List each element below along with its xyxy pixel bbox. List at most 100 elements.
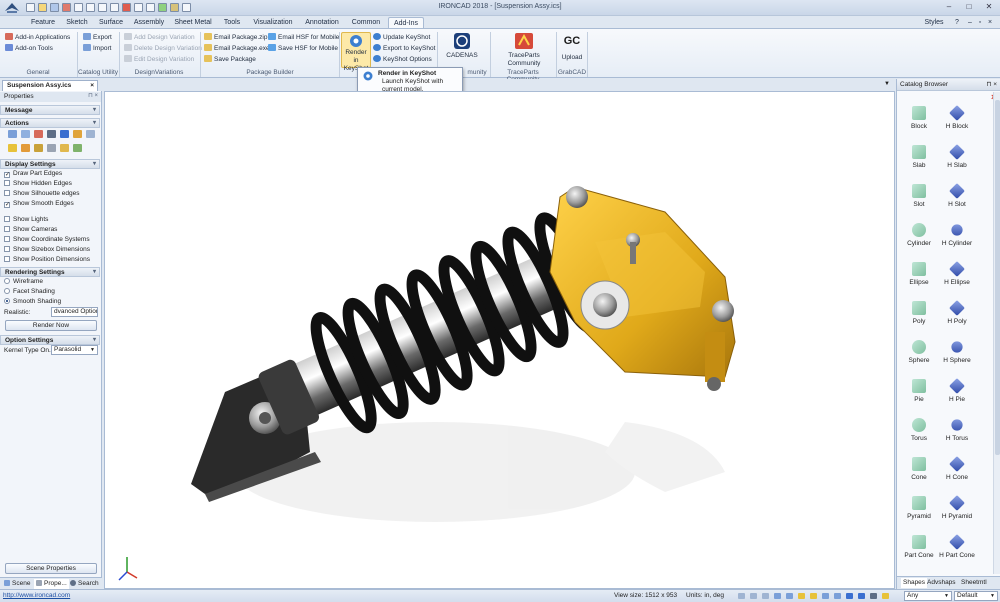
radio-button-selected[interactable] xyxy=(4,298,10,304)
option-facet-shading[interactable]: Facet Shading xyxy=(4,287,55,296)
option-wireframe[interactable]: Wireframe xyxy=(4,277,43,286)
render-icon[interactable] xyxy=(34,130,43,138)
tab-sheet-metal[interactable]: Sheet Metal xyxy=(170,17,216,28)
section-rendering-settings[interactable]: Rendering Settings ▾ xyxy=(0,267,100,277)
checkbox[interactable] xyxy=(4,256,10,262)
option-show-cameras[interactable]: Show Cameras xyxy=(4,225,57,234)
website-link[interactable]: http://www.ironcad.com xyxy=(3,590,70,602)
catalog-item[interactable]: H Slab xyxy=(935,144,979,169)
option-smooth-shading[interactable]: Smooth Shading xyxy=(4,297,61,306)
selection-filter-select[interactable]: Any ▼ xyxy=(904,591,952,601)
section-message[interactable]: Message ▾ xyxy=(0,105,100,115)
tab-scene[interactable]: Scene xyxy=(4,579,30,589)
checkbox[interactable] xyxy=(4,180,10,186)
catalog-item[interactable]: H Pyramid xyxy=(935,495,979,520)
tab-common[interactable]: Common xyxy=(346,17,386,28)
tab-search[interactable]: Search xyxy=(70,579,99,589)
option-show-smooth-edges[interactable]: ✓ Show Smooth Edges xyxy=(4,199,74,208)
email-package-zip-button[interactable]: Email Package.zip xyxy=(204,33,267,42)
checkbox[interactable] xyxy=(4,216,10,222)
checkbox-checked[interactable]: ✓ xyxy=(4,172,10,178)
tab-surface[interactable]: Surface xyxy=(94,17,128,28)
texture-icon[interactable] xyxy=(34,144,43,152)
catalog-item[interactable]: H Ellipse xyxy=(935,261,979,286)
checkbox[interactable] xyxy=(4,236,10,242)
grabcad-upload-button[interactable]: GC Upload xyxy=(558,32,586,62)
cadenas-button[interactable]: CADENAS xyxy=(444,32,480,60)
close-button[interactable]: ✕ xyxy=(980,2,998,13)
maximize-button[interactable]: □ xyxy=(960,2,978,13)
radio-button[interactable] xyxy=(4,288,10,294)
save-hsf-mobile-button[interactable]: Save HSF for Mobile xyxy=(268,44,338,53)
email-hsf-mobile-button[interactable]: Email HSF for Mobile xyxy=(268,33,339,42)
traceparts-button[interactable]: TraceParts Community xyxy=(500,32,548,68)
status-tool-icon[interactable] xyxy=(798,593,805,599)
realistic-advanced-options-field[interactable]: dvanced Option xyxy=(51,307,98,317)
minimize-button[interactable]: – xyxy=(940,2,958,13)
styles-menu[interactable]: Styles xyxy=(922,17,946,28)
catalog-item[interactable]: H Part Cone xyxy=(935,534,979,559)
scene-icon[interactable] xyxy=(8,130,17,138)
pin-icon[interactable]: ⊓ × xyxy=(88,92,98,101)
tab-sheetmtl[interactable]: Sheetmtl xyxy=(961,578,987,588)
catalog-item[interactable]: H Pie xyxy=(935,378,979,403)
decal-icon[interactable] xyxy=(60,144,69,152)
checkbox[interactable] xyxy=(4,190,10,196)
option-show-lights[interactable]: Show Lights xyxy=(4,215,48,224)
add-design-variation-button[interactable]: Add Design Variation xyxy=(124,33,195,42)
tab-shapes[interactable]: Shapes xyxy=(901,578,928,588)
material-icon[interactable] xyxy=(8,144,17,152)
status-tool-icon[interactable] xyxy=(750,593,757,599)
shield-icon[interactable] xyxy=(60,130,69,138)
keyshot-options-button[interactable]: KeyShot Options xyxy=(373,55,432,64)
status-tool-icon[interactable] xyxy=(738,593,745,599)
light-icon[interactable] xyxy=(73,130,82,138)
catalog-item[interactable]: H Cone xyxy=(935,456,979,481)
status-tool-icon[interactable] xyxy=(846,593,853,599)
radio-button[interactable] xyxy=(4,278,10,284)
add-on-tools-button[interactable]: Add-on Tools xyxy=(5,44,53,53)
catalog-item[interactable]: H Block xyxy=(935,105,979,130)
email-package-exe-button[interactable]: Email Package.exe xyxy=(204,44,270,53)
import-button[interactable]: Import xyxy=(83,44,111,53)
catalog-item[interactable]: H Poly xyxy=(935,300,979,325)
suspension-model[interactable] xyxy=(105,92,895,589)
document-tab[interactable]: Suspension Assy.ics × xyxy=(2,80,98,91)
selection-filter-icon[interactable] xyxy=(882,593,889,599)
option-show-sizebox-dimensions[interactable]: Show Sizebox Dimensions xyxy=(4,245,90,254)
render-in-keyshot-button[interactable]: Render in KeyShot xyxy=(341,32,371,72)
status-tool-icon[interactable] xyxy=(774,593,781,599)
tab-annotation[interactable]: Annotation xyxy=(300,17,344,28)
option-draw-part-edges[interactable]: ✓ Draw Part Edges xyxy=(4,169,62,178)
status-tool-icon[interactable] xyxy=(786,593,793,599)
scrollbar-thumb[interactable] xyxy=(995,100,1000,455)
tab-list-dropdown-icon[interactable]: ▼ xyxy=(884,81,890,87)
restore-icon[interactable]: ▫ xyxy=(976,17,984,28)
catalog-item[interactable]: H Sphere xyxy=(935,339,979,364)
pin-icon[interactable]: ⊓ × xyxy=(986,79,997,90)
option-show-position-dimensions[interactable]: Show Position Dimensions xyxy=(4,255,90,264)
kernel-type-select[interactable]: Parasolid ▼ xyxy=(51,345,98,355)
section-actions[interactable]: Actions ▾ xyxy=(0,118,100,128)
update-keyshot-button[interactable]: Update KeyShot xyxy=(373,33,430,42)
export-button[interactable]: Export xyxy=(83,33,112,42)
checkbox-checked[interactable]: ✓ xyxy=(4,202,10,208)
tab-sketch[interactable]: Sketch xyxy=(62,17,92,28)
3d-viewport[interactable] xyxy=(104,91,895,589)
option-show-coordinate-systems[interactable]: Show Coordinate Systems xyxy=(4,235,90,244)
export-to-keyshot-button[interactable]: Export to KeyShot xyxy=(373,44,435,53)
tab-assembly[interactable]: Assembly xyxy=(130,17,168,28)
camera-icon[interactable] xyxy=(47,130,56,138)
tab-advshaps[interactable]: Advshaps xyxy=(927,578,956,588)
reflection-icon[interactable] xyxy=(73,144,82,152)
tab-add-ins[interactable]: Add-Ins xyxy=(388,17,424,28)
add-in-applications-button[interactable]: Add-in Applications xyxy=(5,33,70,42)
section-display-settings[interactable]: Display Settings ▾ xyxy=(0,159,100,169)
scheme-select[interactable]: Default ▼ xyxy=(954,591,998,601)
status-tool-icon[interactable] xyxy=(810,593,817,599)
catalog-item[interactable]: H Torus xyxy=(935,417,979,442)
section-option-settings[interactable]: Option Settings ▾ xyxy=(0,335,100,345)
checkbox[interactable] xyxy=(4,246,10,252)
minimize-ribbon-icon[interactable]: – xyxy=(966,17,974,28)
catalog-item[interactable]: H Cylinder xyxy=(935,222,979,247)
